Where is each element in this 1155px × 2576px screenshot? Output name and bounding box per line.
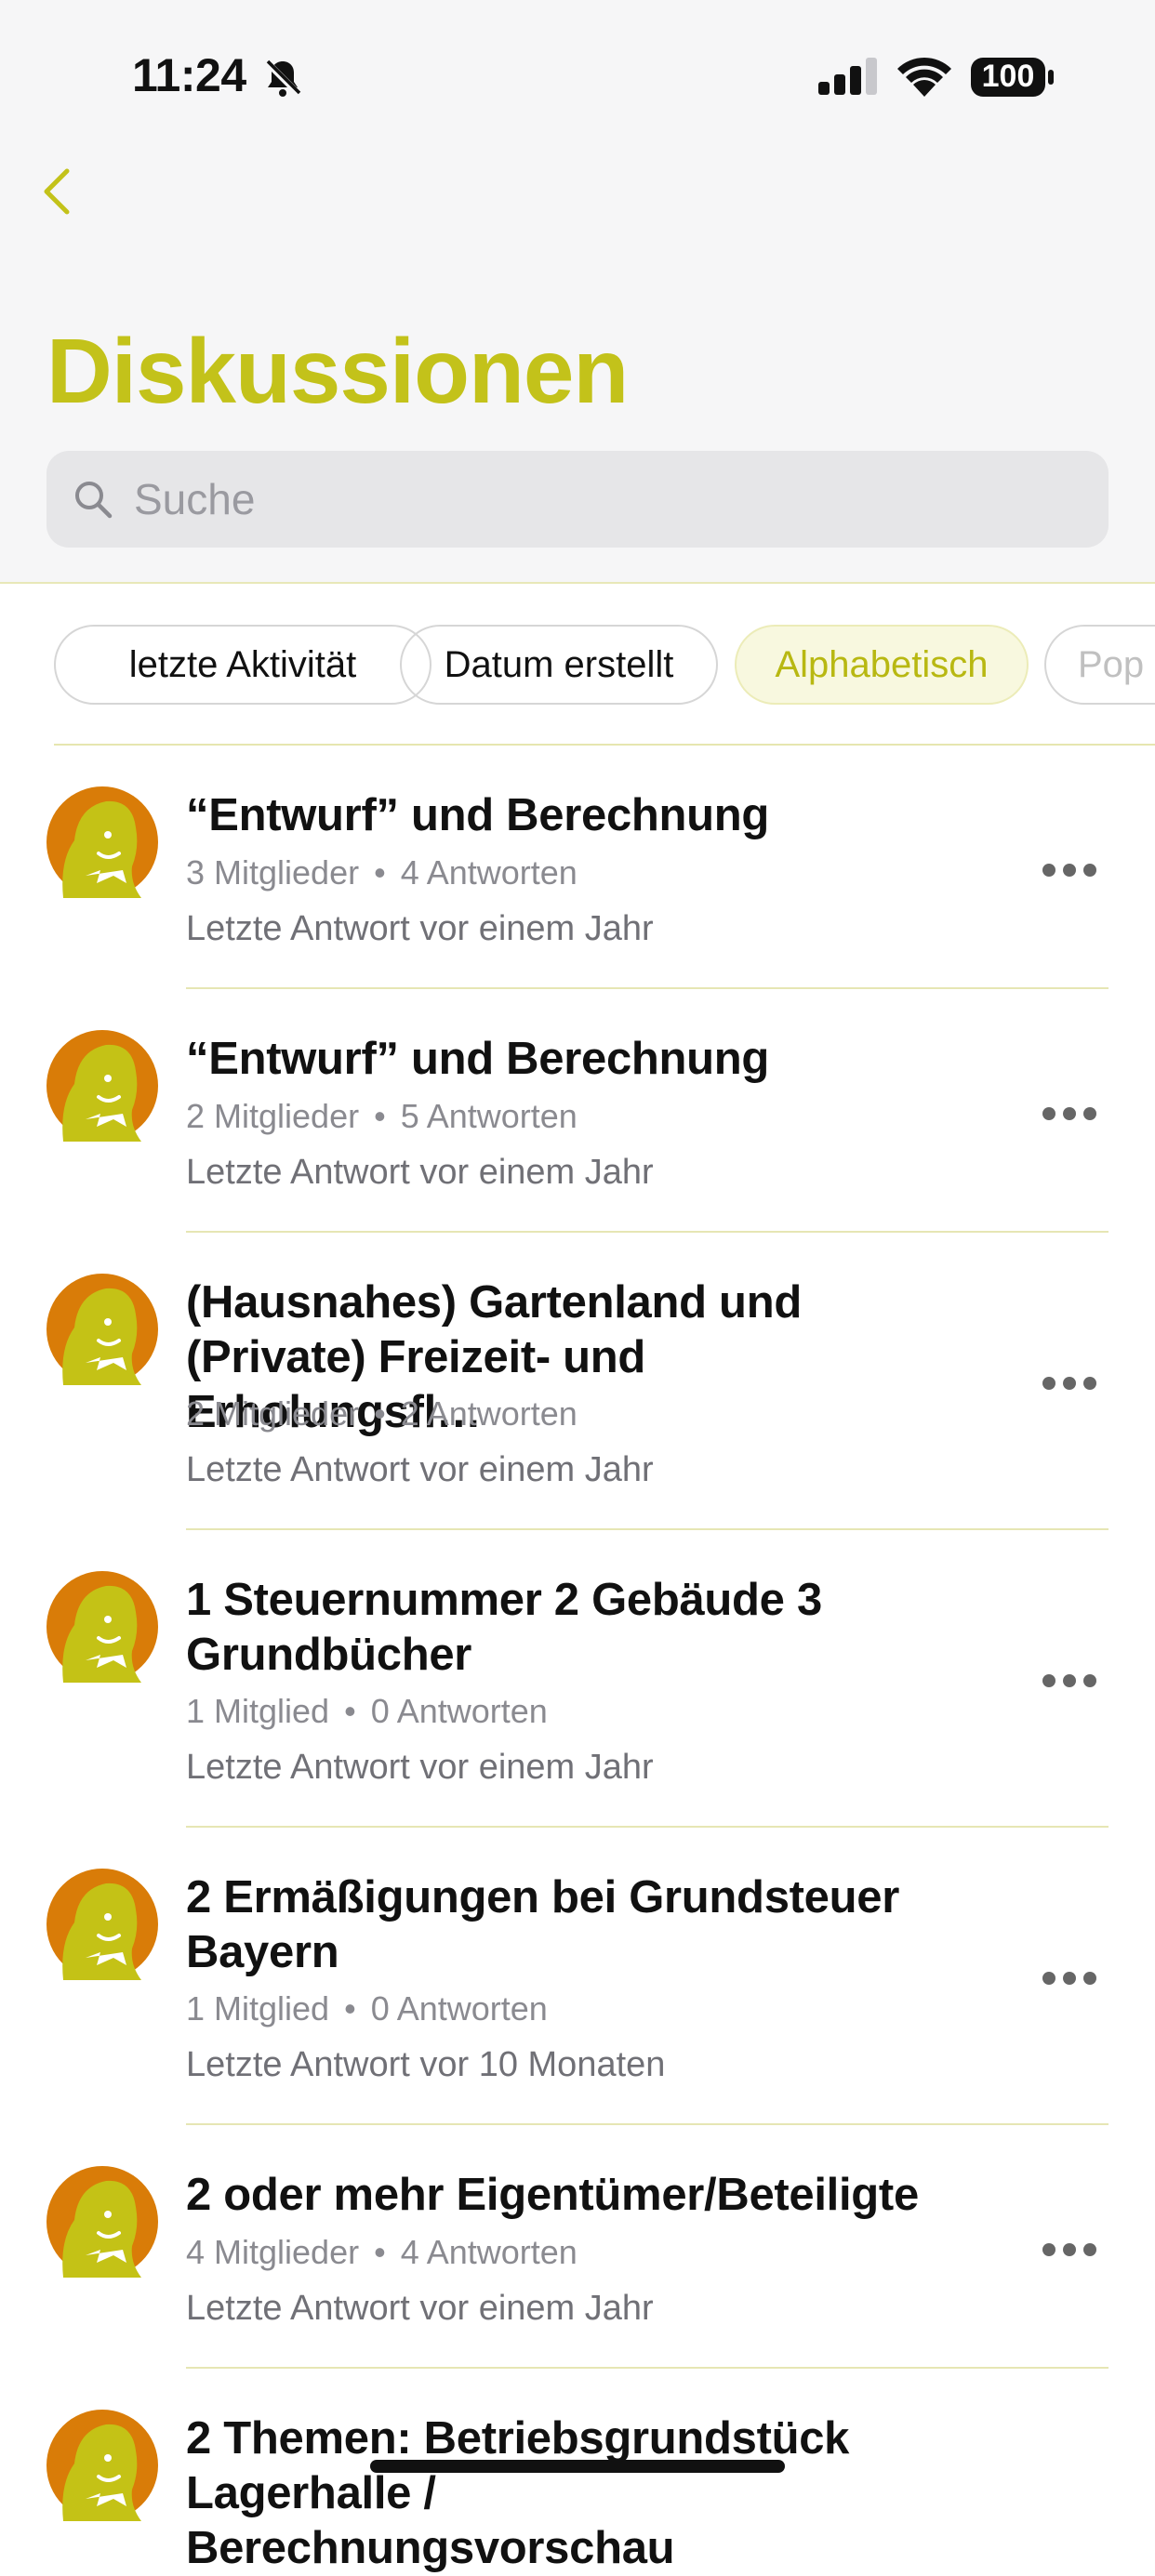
answer-count: 4 Antworten <box>400 2233 578 2271</box>
home-indicator[interactable] <box>370 2460 785 2473</box>
row-divider <box>186 1826 1109 1828</box>
member-count: 2 Mitglieder <box>186 1097 360 1135</box>
search-icon <box>75 482 113 519</box>
row-divider <box>186 1528 1109 1530</box>
member-count: 1 Mitglied <box>186 1989 330 2028</box>
discussion-meta: 2 Mitglieder • 5 Antworten <box>186 1097 578 1135</box>
discussion-meta: 1 Mitglied • 0 Antworten <box>186 1989 548 2028</box>
discussion-title: 2 Themen: Betriebsgrundstück Lagerhalle … <box>186 2413 850 2573</box>
last-reply: Letzte Antwort vor einem Jahr <box>186 2289 654 2328</box>
chip-divider <box>54 744 1155 746</box>
chip-last-activity[interactable]: letzte Aktivität <box>54 625 431 705</box>
search-input[interactable] <box>134 451 1064 548</box>
discussion-title: “Entwurf” und Berechnung <box>186 790 770 840</box>
last-reply: Letzte Antwort vor einem Jahr <box>186 1450 654 1489</box>
member-count: 2 Mitglieder <box>186 1394 360 1433</box>
row-divider <box>186 2123 1109 2125</box>
more-icon[interactable] <box>1042 1372 1097 1394</box>
answer-count: 0 Antworten <box>370 1692 548 1730</box>
row-divider <box>186 987 1109 989</box>
row-divider <box>186 2367 1109 2369</box>
last-reply: Letzte Antwort vor 10 Monaten <box>186 2045 666 2084</box>
discussion-meta: 3 Mitglieder • 4 Antworten <box>186 853 578 892</box>
answer-count: 5 Antworten <box>400 1097 578 1135</box>
discussion-meta: 1 Mitglied • 0 Antworten <box>186 1692 548 1730</box>
member-count: 3 Mitglieder <box>186 853 360 892</box>
chip-alphabetical[interactable]: Alphabetisch <box>735 625 1029 705</box>
row-divider <box>186 1231 1109 1233</box>
more-icon[interactable] <box>1042 2239 1097 2261</box>
more-icon[interactable] <box>1042 1967 1097 1989</box>
avatar <box>46 1030 158 1142</box>
header-divider <box>0 582 1155 584</box>
cellular-signal-icon <box>818 58 877 95</box>
last-reply: Letzte Antwort vor einem Jahr <box>186 909 654 948</box>
more-icon[interactable] <box>1042 859 1097 881</box>
search-bar[interactable] <box>46 451 1109 548</box>
answer-count: 0 Antworten <box>370 1989 548 2028</box>
battery-level: 100 <box>981 59 1035 94</box>
member-count: 1 Mitglied <box>186 1692 330 1730</box>
discussion-title: 2 oder mehr Eigentümer/Beteiligte <box>186 2170 919 2220</box>
discussion-title: “Entwurf” und Berechnung <box>186 1034 770 1084</box>
avatar <box>46 1571 158 1683</box>
more-icon[interactable] <box>1042 1103 1097 1125</box>
chip-date-created[interactable]: Datum erstellt <box>400 625 718 705</box>
bell-muted-icon <box>263 59 302 98</box>
last-reply: Letzte Antwort vor einem Jahr <box>186 1748 654 1787</box>
discussion-meta: 4 Mitglieder • 4 Antworten <box>186 2233 578 2271</box>
avatar <box>46 1274 158 1385</box>
member-count: 4 Mitglieder <box>186 2233 360 2271</box>
more-icon[interactable] <box>1042 1670 1097 1692</box>
chip-popular[interactable]: Pop <box>1044 625 1155 705</box>
wifi-icon <box>897 57 951 97</box>
back-chevron-icon[interactable] <box>37 165 74 218</box>
sort-chip-bar[interactable]: letzte Aktivität Datum erstellt Alphabet… <box>54 625 1155 705</box>
last-reply: Letzte Antwort vor einem Jahr <box>186 1153 654 1192</box>
status-time: 11:24 <box>132 49 246 101</box>
avatar <box>46 2410 158 2521</box>
avatar <box>46 1869 158 1980</box>
page-title: Diskussionen <box>46 320 629 422</box>
answer-count: 4 Antworten <box>400 853 578 892</box>
discussion-title: 2 Ermäßigungen bei Grundsteuer Bayern <box>186 1872 899 1977</box>
avatar <box>46 2166 158 2278</box>
discussion-title: 1 Steuernummer 2 Gebäude 3 Grundbücher <box>186 1575 822 1680</box>
answer-count: 2 Antworten <box>400 1394 578 1433</box>
discussion-meta: 2 Mitglieder • 2 Antworten <box>186 1394 578 1433</box>
avatar <box>46 786 158 898</box>
